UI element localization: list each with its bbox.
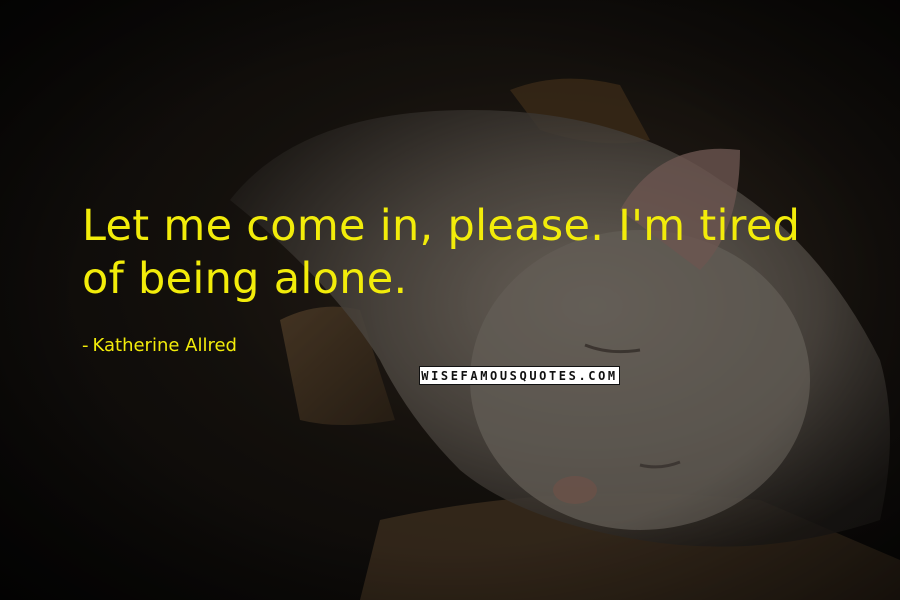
quote-author: - Katherine Allred [82,334,237,358]
author-name: Katherine Allred [92,335,237,356]
quote-text: Let me come in, please. I'm tired of bein… [82,200,842,306]
quote-image: Let me come in, please. I'm tired of bein… [0,0,900,600]
quote-line-1: Let me come in, please. I'm tired [82,201,801,251]
quote-line-2: of being alone. [82,254,408,304]
author-dash: - [82,335,89,356]
watermark-logo: WISEFAMOUSQUOTES.COM [419,366,620,385]
